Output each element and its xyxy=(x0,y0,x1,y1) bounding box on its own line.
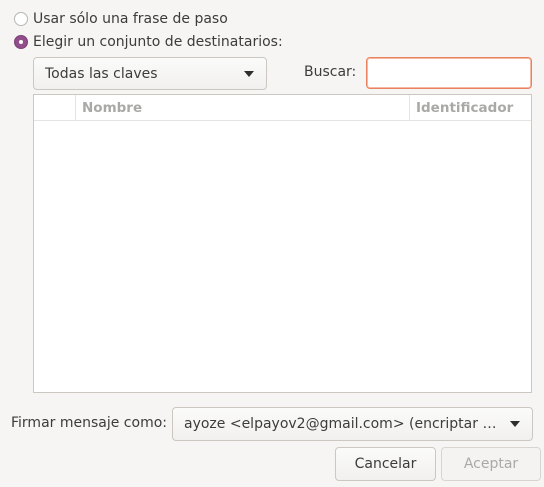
radio-recipients-option[interactable]: Elegir un conjunto de destinatarios: xyxy=(14,32,283,52)
search-input[interactable] xyxy=(366,57,532,89)
chevron-down-icon xyxy=(510,421,520,427)
column-header-identifier[interactable]: Identificador xyxy=(410,95,531,120)
search-label: Buscar: xyxy=(304,64,357,80)
key-filter-dropdown[interactable]: Todas las claves xyxy=(33,57,267,90)
radio-passphrase-option[interactable]: Usar sólo una frase de paso xyxy=(14,9,228,29)
accept-button[interactable]: Aceptar xyxy=(441,447,541,481)
cancel-button[interactable]: Cancelar xyxy=(335,447,436,481)
sign-as-label: Firmar mensaje como: xyxy=(11,415,167,431)
key-filter-value: Todas las claves xyxy=(45,65,158,82)
radio-button-passphrase[interactable] xyxy=(14,12,28,26)
radio-passphrase-label: Usar sólo una frase de paso xyxy=(33,11,228,27)
column-header-name[interactable]: Nombre xyxy=(76,95,410,120)
column-header-select[interactable] xyxy=(34,95,76,120)
sign-as-dropdown[interactable]: ayoze <elpayov2@gmail.com> (encriptar ar… xyxy=(172,407,533,441)
key-list-header: Nombre Identificador xyxy=(34,95,531,121)
key-list-table[interactable]: Nombre Identificador xyxy=(33,94,532,393)
sign-as-value: ayoze <elpayov2@gmail.com> (encriptar ar… xyxy=(184,416,500,432)
radio-recipients-label: Elegir un conjunto de destinatarios: xyxy=(33,34,283,50)
chevron-down-icon xyxy=(244,70,254,77)
radio-button-recipients[interactable] xyxy=(14,35,28,49)
